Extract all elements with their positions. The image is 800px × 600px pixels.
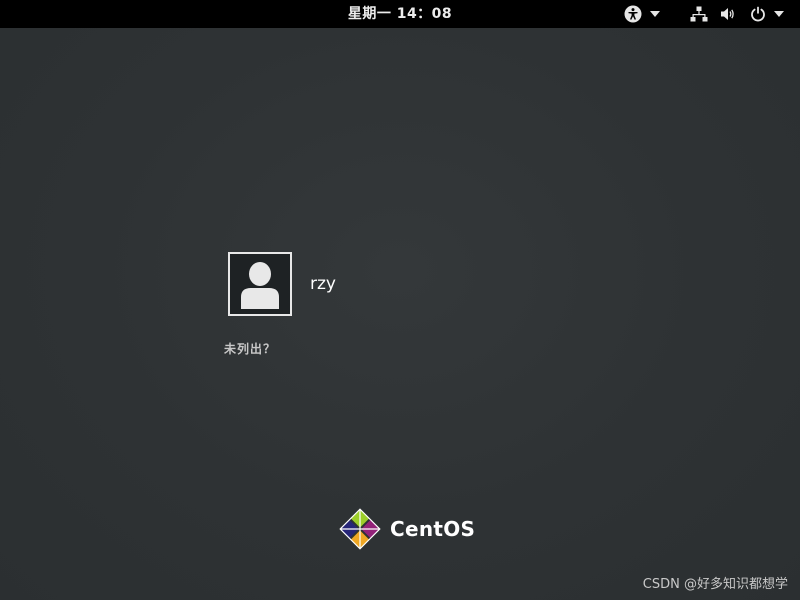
accessibility-icon xyxy=(624,5,642,23)
system-menu[interactable] xyxy=(690,0,784,28)
user-name[interactable]: rzy xyxy=(310,274,336,294)
centos-logo-icon xyxy=(339,508,381,550)
volume-icon xyxy=(721,8,734,20)
clock[interactable]: 星期一 14：08 xyxy=(0,0,800,28)
volume-status xyxy=(720,0,736,28)
avatar[interactable] xyxy=(228,252,292,316)
accessibility-menu[interactable] xyxy=(624,0,660,28)
logo-text: CentOS xyxy=(390,517,476,541)
user-avatar-icon xyxy=(241,262,279,309)
chevron-down-icon xyxy=(650,11,660,17)
network-icon xyxy=(690,6,708,22)
network-status xyxy=(690,0,708,28)
not-listed-link[interactable]: 未列出？ xyxy=(224,340,276,357)
accessibility-button[interactable] xyxy=(624,0,660,28)
power-button[interactable] xyxy=(750,0,784,28)
watermark: CSDN @好多知识都想学 xyxy=(642,577,788,592)
top-bar: 星期一 14：08 xyxy=(0,0,800,28)
centos-logo: CentOS xyxy=(338,508,475,550)
chevron-down-icon xyxy=(774,11,784,17)
login-screen: 星期一 14：08 rzy 未列出？ CentOS CSDN @好多知识都想学 xyxy=(0,0,800,600)
user-list-item[interactable]: rzy xyxy=(228,252,336,316)
power-icon xyxy=(751,6,765,22)
